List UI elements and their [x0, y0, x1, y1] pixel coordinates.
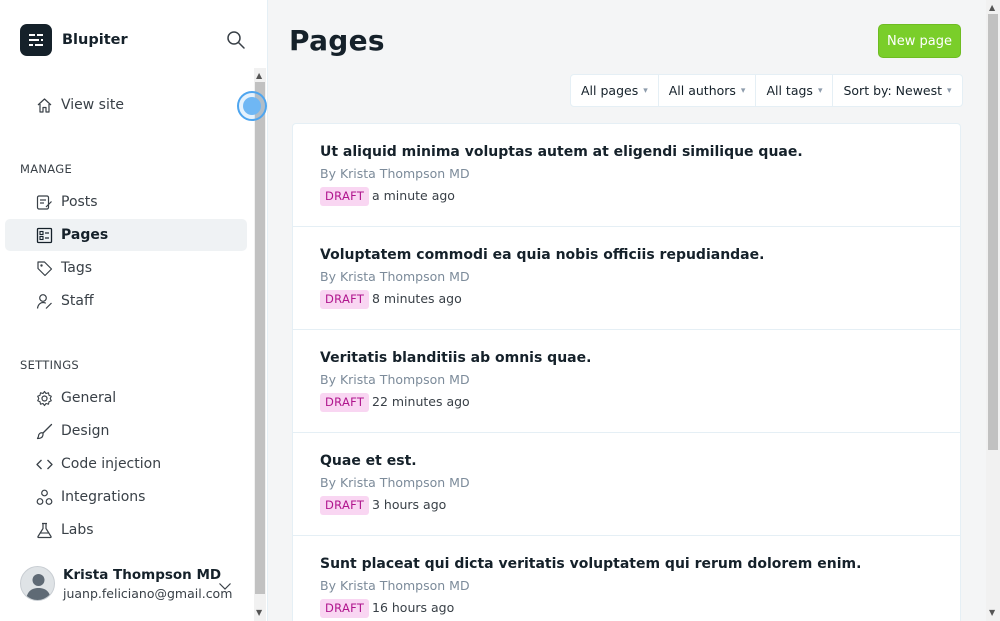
page-title: Pages: [289, 24, 385, 57]
status-badge: DRAFT: [320, 393, 370, 412]
home-icon: [36, 97, 53, 114]
page-timestamp: 16 hours ago: [372, 600, 455, 615]
list-item[interactable]: Ut aliquid minima voluptas autem at elig…: [293, 124, 960, 227]
chevron-down-icon: ▾: [740, 85, 746, 96]
scroll-down-arrow-icon[interactable]: ▼: [256, 609, 262, 617]
list-item[interactable]: Sunt placeat qui dicta veritatis volupta…: [293, 536, 960, 621]
ghost-logo-icon: [20, 24, 52, 56]
sidebar-item-pages[interactable]: Pages: [5, 219, 247, 251]
page-timestamp: 3 hours ago: [372, 497, 447, 512]
filter-authors-value: All authors: [668, 83, 736, 98]
filter-type-select[interactable]: All pages ▾: [571, 75, 659, 106]
sidebar-item-labs[interactable]: Labs: [5, 514, 247, 546]
page-author: By Krista Thompson MD: [320, 166, 470, 181]
brush-icon: [36, 423, 53, 440]
brand-name: Blupiter: [62, 32, 128, 48]
chevron-down-icon: ▾: [817, 85, 823, 96]
status-badge: DRAFT: [320, 290, 370, 309]
filter-tags-select[interactable]: All tags ▾: [756, 75, 834, 106]
flask-icon: [36, 522, 53, 539]
sidebar-item-tags[interactable]: Tags: [5, 252, 247, 284]
sidebar-scrollbar-thumb[interactable]: [255, 82, 265, 594]
page-author: By Krista Thompson MD: [320, 372, 470, 387]
main-scrollbar-thumb[interactable]: [988, 14, 998, 450]
sidebar-item-label: Staff: [61, 293, 94, 309]
manage-section-title: MANAGE: [20, 162, 73, 176]
sidebar-item-label: Labs: [61, 522, 94, 538]
cursor-indicator: [237, 91, 267, 121]
sidebar-item-label: Tags: [61, 260, 92, 276]
list-item[interactable]: Voluptatem commodi ea quia nobis officii…: [293, 227, 960, 330]
sidebar-item-posts[interactable]: Posts: [5, 186, 247, 218]
avatar: [20, 566, 55, 601]
page-title-link[interactable]: Quae et est.: [320, 453, 417, 469]
sidebar-item-label: Code injection: [61, 456, 162, 472]
page-title-link[interactable]: Voluptatem commodi ea quia nobis officii…: [320, 247, 764, 263]
new-page-button[interactable]: New page: [878, 24, 961, 58]
filter-type-value: All pages: [581, 83, 639, 98]
sort-select[interactable]: Sort by: Newest ▾: [833, 75, 961, 106]
page-author: By Krista Thompson MD: [320, 269, 470, 284]
chevron-down-icon: ▾: [947, 85, 952, 96]
integrations-icon: [36, 489, 53, 506]
sidebar-item-general[interactable]: General: [5, 382, 247, 414]
filter-authors-select[interactable]: All authors ▾: [659, 75, 757, 106]
filter-tags-value: All tags: [766, 83, 813, 98]
filter-bar: All pages ▾ All authors ▾ All tags ▾ Sor…: [570, 74, 963, 107]
page-timestamp: a minute ago: [372, 188, 455, 203]
tag-icon: [36, 260, 53, 277]
sidebar-item-label: General: [61, 390, 117, 406]
scroll-up-arrow-icon[interactable]: ▲: [256, 72, 262, 80]
staff-icon: [36, 293, 53, 310]
scroll-down-arrow-icon[interactable]: ▼: [989, 609, 995, 617]
user-email: juanp.feliciano@gmail.com: [63, 585, 233, 601]
page-title-link[interactable]: Ut aliquid minima voluptas autem at elig…: [320, 144, 803, 160]
sidebar-item-design[interactable]: Design: [5, 415, 247, 447]
sidebar-scrollbar[interactable]: ▲ ▼: [254, 68, 266, 621]
pages-icon: [36, 227, 53, 244]
list-item[interactable]: Veritatis blanditiis ab omnis quae. By K…: [293, 330, 960, 433]
page-timestamp: 22 minutes ago: [372, 394, 470, 409]
page-title-link[interactable]: Sunt placeat qui dicta veritatis volupta…: [320, 556, 861, 572]
list-item[interactable]: Quae et est. By Krista Thompson MD DRAFT…: [293, 433, 960, 536]
chevron-down-icon[interactable]: [218, 578, 232, 592]
sidebar: Blupiter View site MANAGE Posts Pages Ta…: [0, 0, 268, 621]
code-icon: [36, 456, 53, 473]
sidebar-item-label: Integrations: [61, 489, 146, 505]
sidebar-item-integrations[interactable]: Integrations: [5, 481, 247, 513]
page-author: By Krista Thompson MD: [320, 578, 470, 593]
sidebar-item-label: Design: [61, 423, 110, 439]
sidebar-item-staff[interactable]: Staff: [5, 285, 247, 317]
sort-value: Sort by: Newest: [843, 83, 943, 98]
status-badge: DRAFT: [320, 496, 370, 515]
sidebar-item-label: View site: [61, 97, 124, 113]
pages-list: Ut aliquid minima voluptas autem at elig…: [292, 123, 961, 621]
scroll-up-arrow-icon[interactable]: ▲: [989, 4, 995, 12]
gear-icon: [36, 390, 53, 407]
brand[interactable]: Blupiter: [20, 24, 128, 56]
user-name: Krista Thompson MD: [63, 566, 222, 583]
chevron-down-icon: ▾: [643, 85, 648, 96]
main-scrollbar[interactable]: ▲ ▼: [986, 0, 1000, 621]
search-icon[interactable]: [226, 30, 248, 52]
status-badge: DRAFT: [320, 599, 370, 618]
status-badge: DRAFT: [320, 187, 370, 206]
sidebar-item-view-site[interactable]: View site: [5, 89, 247, 121]
user-menu[interactable]: Krista Thompson MD juanp.feliciano@gmail…: [20, 566, 232, 601]
sidebar-item-code-injection[interactable]: Code injection: [5, 448, 247, 480]
sidebar-item-label: Posts: [61, 194, 98, 210]
sidebar-item-label: Pages: [61, 227, 109, 243]
page-title-link[interactable]: Veritatis blanditiis ab omnis quae.: [320, 350, 591, 366]
page-author: By Krista Thompson MD: [320, 475, 470, 490]
settings-section-title: SETTINGS: [20, 358, 80, 372]
page-timestamp: 8 minutes ago: [372, 291, 462, 306]
posts-icon: [36, 194, 53, 211]
